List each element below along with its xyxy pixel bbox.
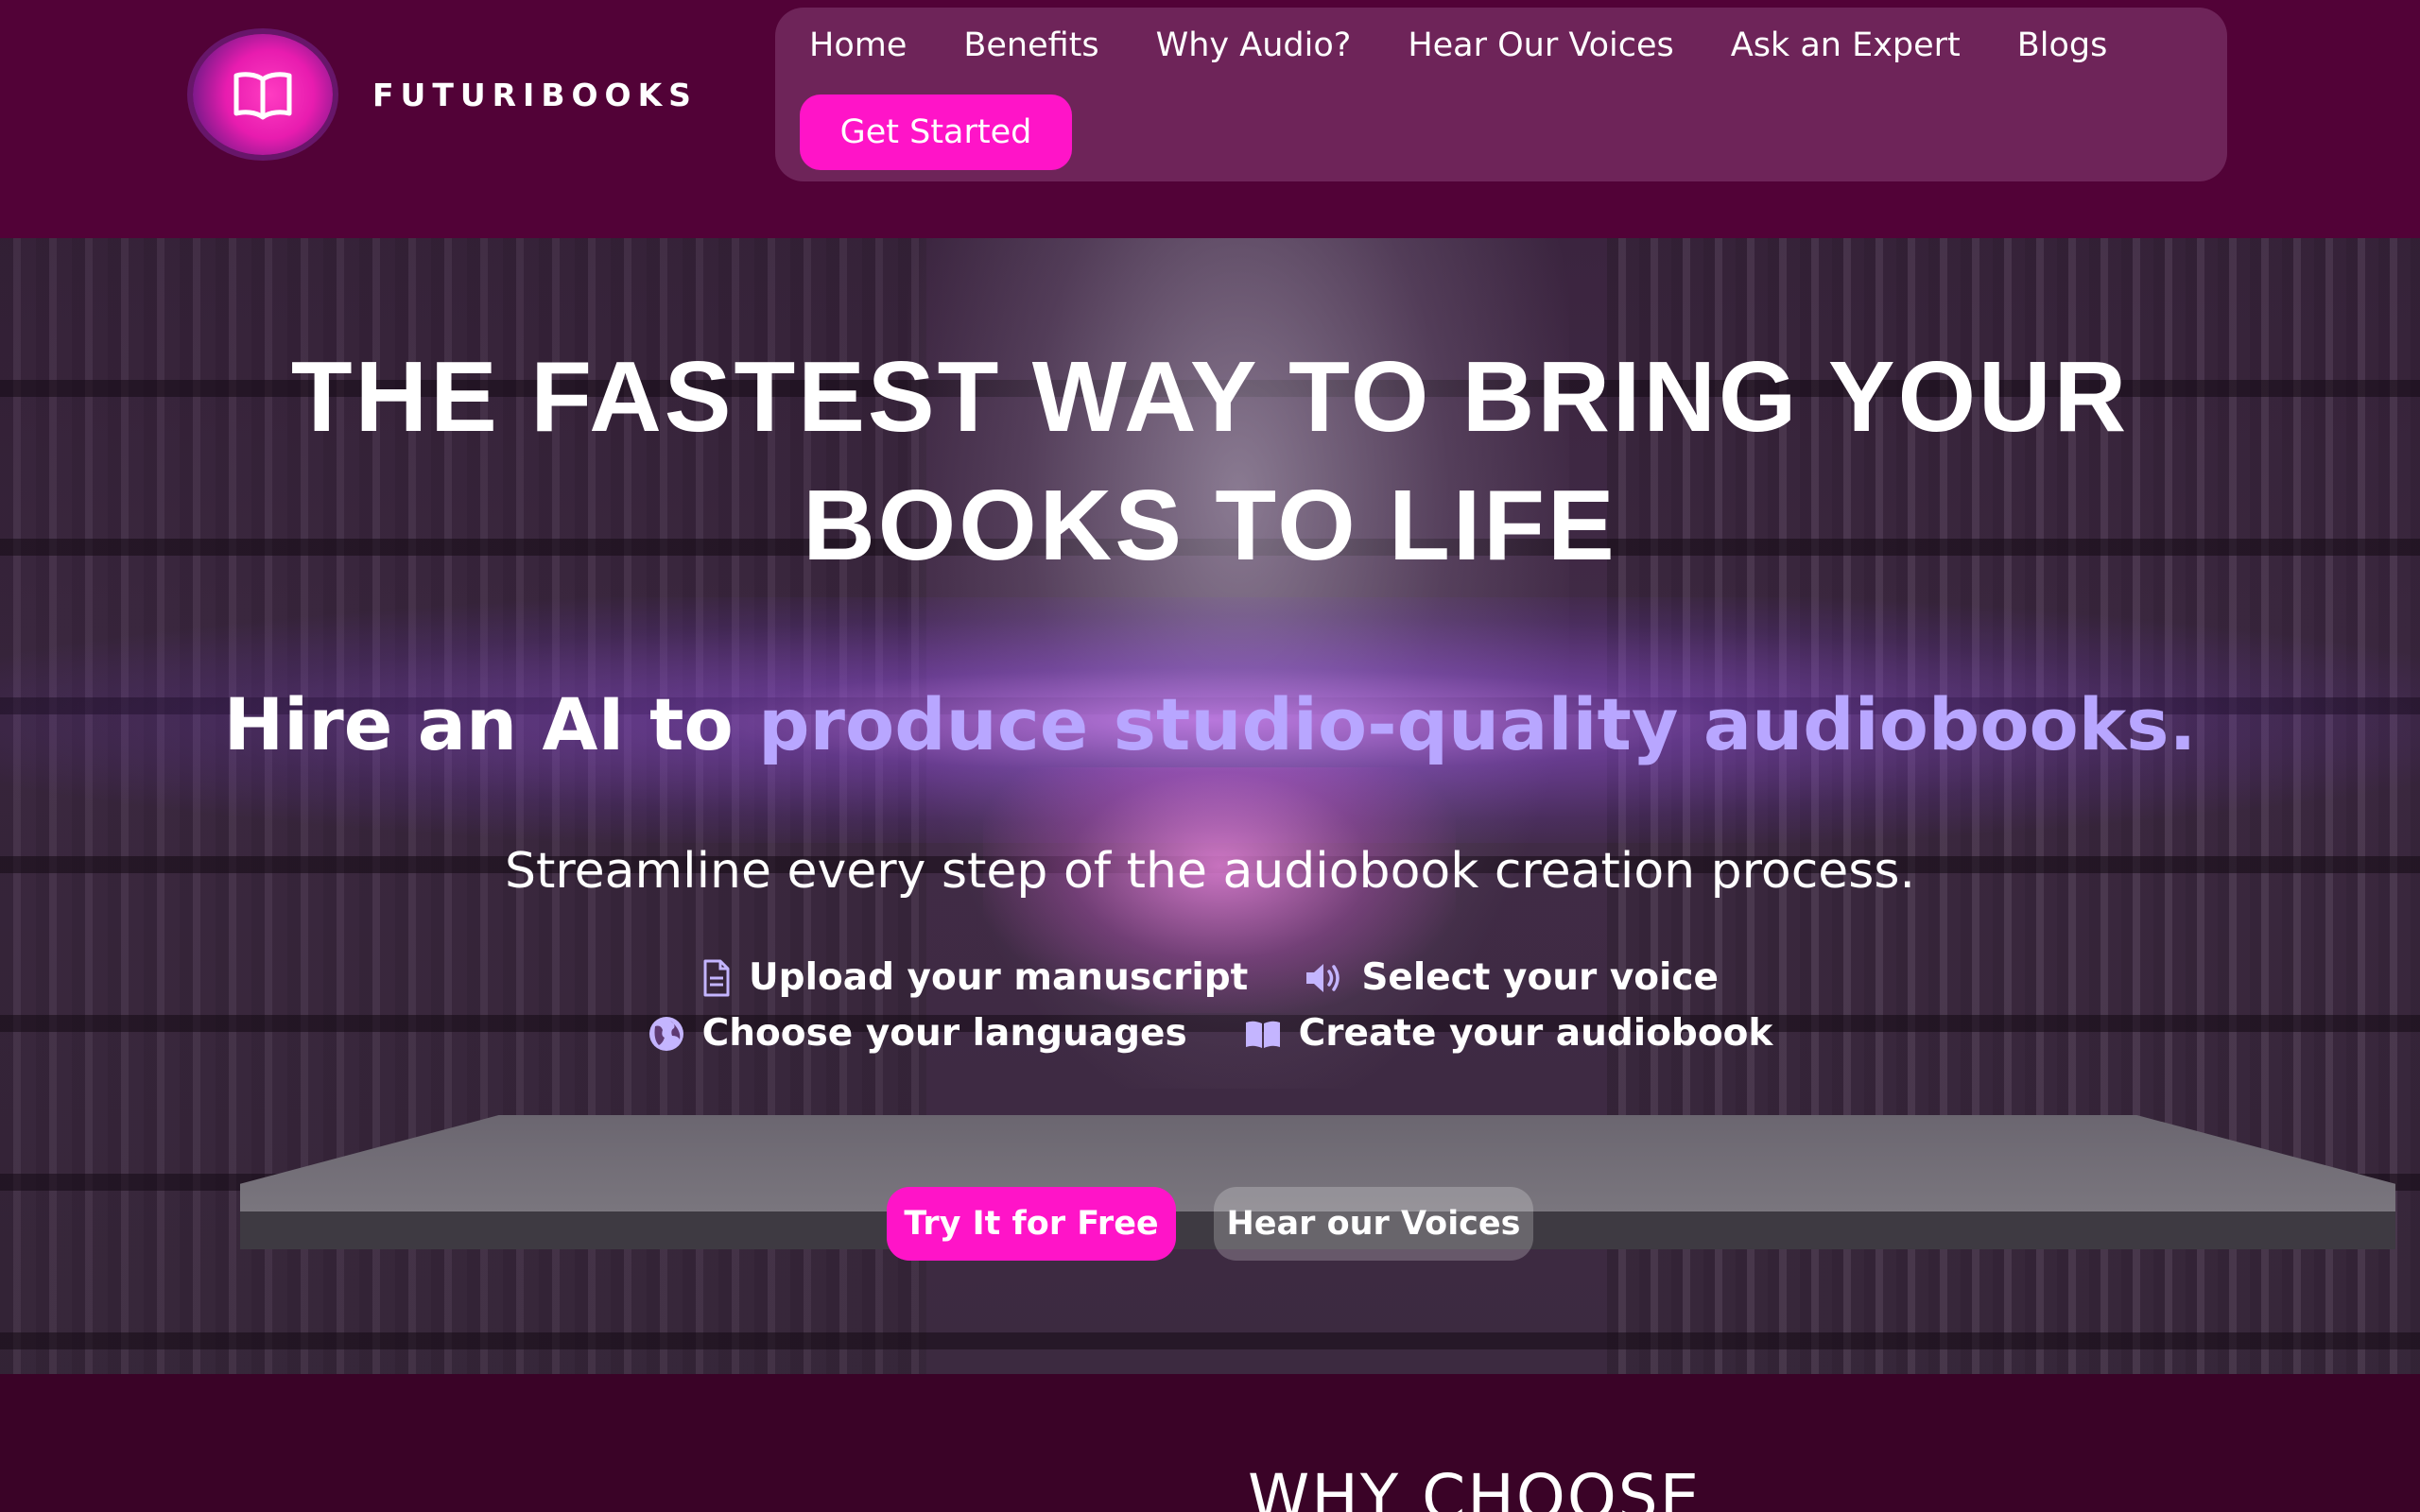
speaker-icon	[1306, 963, 1340, 992]
book-icon	[1245, 1021, 1280, 1048]
hero-title-line2: BOOKS TO LIFE	[803, 470, 1617, 581]
open-book-icon	[233, 72, 292, 120]
step-create-label: Create your audiobook	[1298, 1012, 1773, 1055]
why-choose-heading: WHY CHOOSE	[1248, 1461, 1702, 1512]
hear-our-voices-button[interactable]: Hear our Voices	[1214, 1187, 1533, 1261]
step-create: Create your audiobook	[1244, 1012, 1773, 1055]
globe-icon	[648, 1016, 683, 1051]
step-languages: Choose your languages	[648, 1012, 1187, 1055]
nav-home[interactable]: Home	[809, 26, 907, 64]
hero-cta-row: Try It for Free Hear our Voices	[0, 1187, 2420, 1261]
step-voice: Select your voice	[1305, 956, 1719, 999]
brand-name: FUTURIBOOKS	[372, 76, 698, 113]
step-languages-label: Choose your languages	[701, 1012, 1187, 1055]
hero-subtitle: Hire an AI to produce studio-quality aud…	[0, 682, 2420, 766]
logo-badge	[193, 34, 333, 155]
hero-section: THE FASTEST WAY TO BRING YOUR BOOKS TO L…	[0, 238, 2420, 1374]
step-upload-label: Upload your manuscript	[749, 956, 1249, 999]
nav-blogs[interactable]: Blogs	[2017, 26, 2108, 64]
brand-logo[interactable]: FUTURIBOOKS	[193, 34, 698, 155]
hero-title: THE FASTEST WAY TO BRING YOUR BOOKS TO L…	[0, 333, 2420, 590]
hero-subtitle-plain: Hire an AI to	[223, 682, 759, 766]
hero-title-line1: THE FASTEST WAY TO BRING YOUR	[290, 341, 2130, 453]
nav-why-audio[interactable]: Why Audio?	[1156, 26, 1352, 64]
step-upload: Upload your manuscript	[701, 956, 1248, 999]
document-icon	[703, 959, 730, 996]
main-nav: Home Benefits Why Audio? Hear Our Voices…	[775, 8, 2227, 181]
hero-description: Streamline every step of the audiobook c…	[504, 843, 1916, 900]
step-voice-label: Select your voice	[1361, 956, 1719, 999]
hero-subtitle-accent: produce studio-quality audiobooks.	[758, 682, 2197, 766]
nav-hear-our-voices[interactable]: Hear Our Voices	[1408, 26, 1673, 64]
get-started-button[interactable]: Get Started	[800, 94, 1072, 170]
try-it-free-button[interactable]: Try It for Free	[887, 1187, 1176, 1261]
nav-ask-an-expert[interactable]: Ask an Expert	[1731, 26, 1961, 64]
nav-benefits[interactable]: Benefits	[963, 26, 1098, 64]
process-steps: Upload your manuscript Select your voice…	[397, 956, 2023, 1055]
site-header: FUTURIBOOKS Home Benefits Why Audio? Hea…	[0, 0, 2420, 238]
